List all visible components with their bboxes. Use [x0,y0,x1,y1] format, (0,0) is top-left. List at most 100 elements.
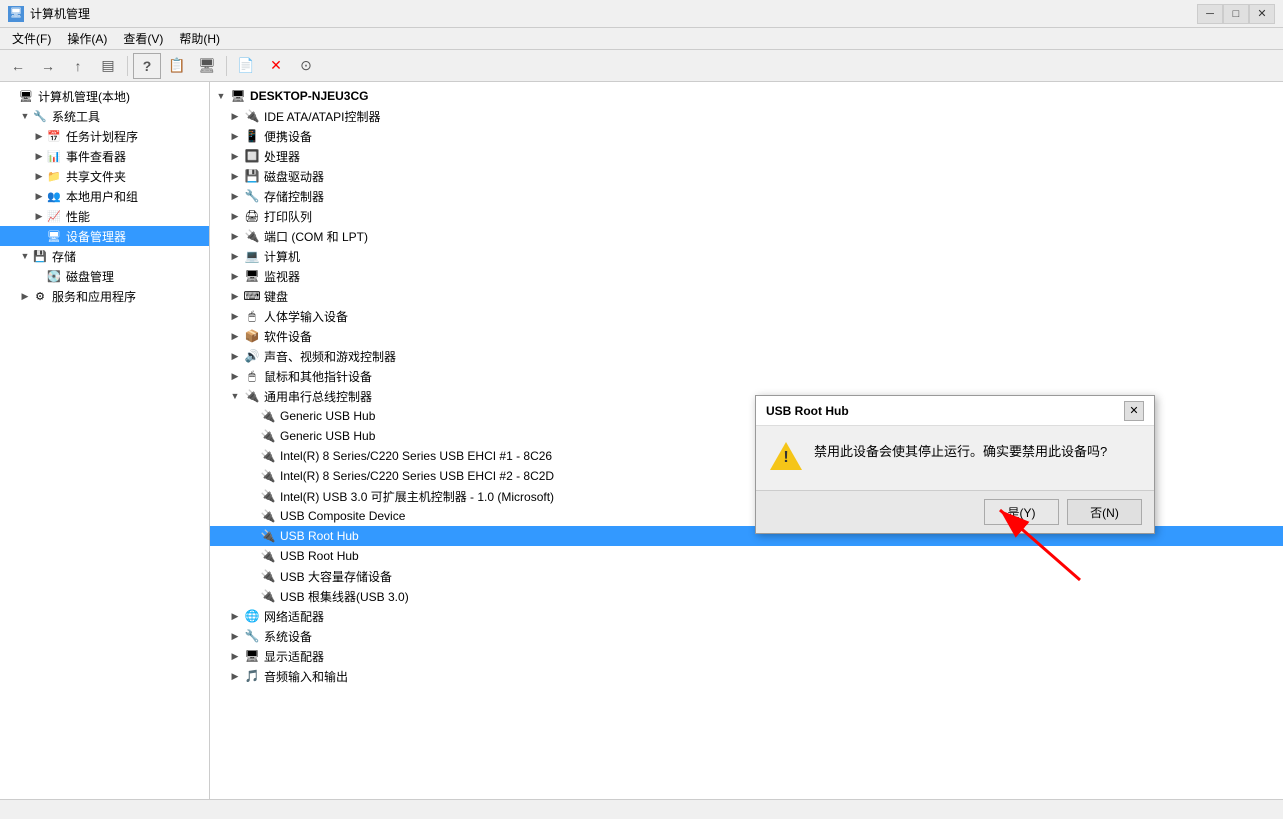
arrow-icon [246,589,260,603]
processor-icon: 🔲 [244,148,260,164]
usb-root-3-icon: 🔌 [260,588,276,604]
right-item-usb-root-hub2[interactable]: 🔌 USB Root Hub [210,546,1283,566]
right-item-sound[interactable]: ▶ 🔊 声音、视频和游戏控制器 [210,346,1283,366]
close-button[interactable]: ✕ [1249,4,1275,24]
menu-view[interactable]: 查看(V) [115,28,171,49]
dialog-footer: 是(Y) 否(N) [756,490,1154,533]
settings-button[interactable]: ⊙ [292,53,320,79]
sidebar-item-storage[interactable]: ▼ 💾 存储 [0,246,209,266]
right-item-portable[interactable]: ▶ 📱 便携设备 [210,126,1283,146]
arrow-icon: ▶ [32,189,46,203]
title-bar: 🖥 计算机管理 ─ □ ✕ [0,0,1283,28]
services-apps-icon: ⚙ [32,288,48,304]
right-item-monitor[interactable]: ▶ 🖥 监视器 [210,266,1283,286]
arrow-icon: ▶ [18,289,32,303]
back-button[interactable]: ← [4,53,32,79]
show-hide-button[interactable]: ▤ [94,53,122,79]
print-queue-icon: 🖨 [244,208,260,224]
ide-atapi-label: IDE ATA/ATAPI控制器 [264,108,380,125]
forward-button[interactable]: → [34,53,62,79]
sidebar-item-task-scheduler[interactable]: ▶ 📅 任务计划程序 [0,126,209,146]
disk-drives-label: 磁盘驱动器 [264,168,324,185]
arrow-icon: ▶ [32,169,46,183]
right-item-display-adapt[interactable]: ▶ 🖥 显示适配器 [210,646,1283,666]
right-item-print-queue[interactable]: ▶ 🖨 打印队列 [210,206,1283,226]
portable-label: 便携设备 [264,128,312,145]
right-item-ide-atapi[interactable]: ▶ 🔌 IDE ATA/ATAPI控制器 [210,106,1283,126]
arrow-icon: ▶ [228,269,242,283]
arrow-icon [246,569,260,583]
arrow-icon: ▶ [228,329,242,343]
maximize-button[interactable]: □ [1223,4,1249,24]
monitor-button[interactable]: 🖥 [193,53,221,79]
dialog-close-button[interactable]: ✕ [1124,401,1144,421]
right-item-audio-io[interactable]: ▶ 🎵 音频输入和输出 [210,666,1283,686]
help-button[interactable]: ? [133,53,161,79]
right-item-disk-drives[interactable]: ▶ 💾 磁盘驱动器 [210,166,1283,186]
minimize-button[interactable]: ─ [1197,4,1223,24]
right-item-keyboard[interactable]: ▶ ⌨ 键盘 [210,286,1283,306]
no-button[interactable]: 否(N) [1067,499,1142,525]
usb-composite-icon: 🔌 [260,508,276,524]
sidebar-item-disk-mgmt[interactable]: 💽 磁盘管理 [0,266,209,286]
usb-root-hub2-icon: 🔌 [260,548,276,564]
arrow-icon [32,269,46,283]
dialog[interactable]: USB Root Hub ✕ ! 禁用此设备会使其停止运行。确实要禁用此设备吗?… [755,395,1155,534]
arrow-icon [246,409,260,423]
expand-arrow-icon: ▼ [214,89,228,103]
right-item-hid[interactable]: ▶ 🖱 人体学输入设备 [210,306,1283,326]
arrow-icon [4,89,18,103]
sidebar-item-event-viewer[interactable]: ▶ 📊 事件查看器 [0,146,209,166]
network-icon: 🌐 [244,608,260,624]
disk-mgmt-icon: 💽 [46,268,62,284]
arrow-icon [246,429,260,443]
arrow-icon: ▶ [228,629,242,643]
storage-icon: 💾 [32,248,48,264]
sidebar-label-device-manager: 设备管理器 [66,228,126,245]
right-item-computer[interactable]: ▶ 💻 计算机 [210,246,1283,266]
right-item-usb-root-3[interactable]: 🔌 USB 根集线器(USB 3.0) [210,586,1283,606]
menu-help[interactable]: 帮助(H) [171,28,228,49]
delete-button[interactable]: ✕ [262,53,290,79]
monitor-icon: 🖥 [244,268,260,284]
menu-file[interactable]: 文件(F) [4,28,59,49]
arrow-icon: ▼ [18,249,32,263]
display-adapt-icon: 🖥 [244,648,260,664]
right-item-processor[interactable]: ▶ 🔲 处理器 [210,146,1283,166]
right-panel-header[interactable]: ▼ 🖥 DESKTOP-NJEU3CG [210,86,1283,106]
right-item-mouse[interactable]: ▶ 🖱 鼠标和其他指针设备 [210,366,1283,386]
menu-action[interactable]: 操作(A) [59,28,115,49]
arrow-icon: ▶ [228,309,242,323]
right-item-usb-mass[interactable]: 🔌 USB 大容量存储设备 [210,566,1283,586]
storage-ctrl-label: 存储控制器 [264,188,324,205]
toolbar-sep-1 [127,56,128,76]
arrow-icon [246,449,260,463]
task-scheduler-icon: 📅 [46,128,62,144]
sidebar-item-local-users[interactable]: ▶ 👥 本地用户和组 [0,186,209,206]
right-item-storage-ctrl[interactable]: ▶ 🔧 存储控制器 [210,186,1283,206]
sidebar-item-device-manager[interactable]: 🖥 设备管理器 [0,226,209,246]
yes-button[interactable]: 是(Y) [984,499,1059,525]
sidebar-label-task-scheduler: 任务计划程序 [66,128,138,145]
generic-hub1-icon: 🔌 [260,408,276,424]
usb-mass-label: USB 大容量存储设备 [280,568,392,585]
sidebar-item-shared-folders[interactable]: ▶ 📁 共享文件夹 [0,166,209,186]
sidebar-item-system-tools[interactable]: ▼ 🔧 系统工具 [0,106,209,126]
right-item-com-lpt[interactable]: ▶ 🔌 端口 (COM 和 LPT) [210,226,1283,246]
sidebar-item-computer-mgmt[interactable]: 🖥 计算机管理(本地) [0,86,209,106]
right-item-sys-dev[interactable]: ▶ 🔧 系统设备 [210,626,1283,646]
com-lpt-label: 端口 (COM 和 LPT) [264,228,368,245]
up-button[interactable]: ↑ [64,53,92,79]
sidebar-label-storage: 存储 [52,248,76,265]
title-bar-buttons: ─ □ ✕ [1197,4,1275,24]
hid-icon: 🖱 [244,308,260,324]
toolbar: ← → ↑ ▤ ? 📋 🖥 📄 ✕ ⊙ [0,50,1283,82]
generic-hub2-label: Generic USB Hub [280,429,375,443]
export-button[interactable]: 📋 [163,53,191,79]
sidebar-item-services-apps[interactable]: ▶ ⚙ 服务和应用程序 [0,286,209,306]
right-item-software-dev[interactable]: ▶ 📦 软件设备 [210,326,1283,346]
right-item-network[interactable]: ▶ 🌐 网络适配器 [210,606,1283,626]
sidebar-item-performance[interactable]: ▶ 📈 性能 [0,206,209,226]
intel-ehci1-label: Intel(R) 8 Series/C220 Series USB EHCI #… [280,449,552,463]
new-button[interactable]: 📄 [232,53,260,79]
